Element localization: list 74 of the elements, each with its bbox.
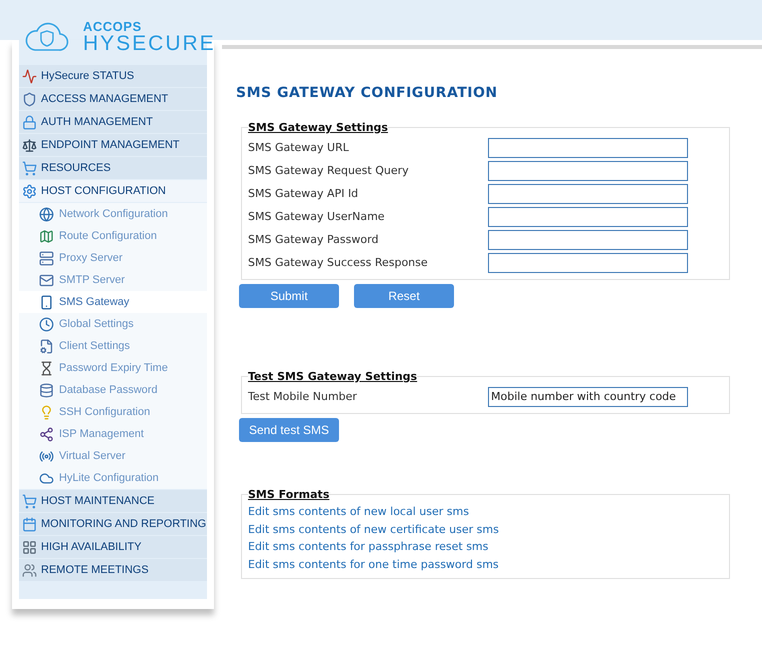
section-icon <box>22 92 37 106</box>
logo-product: HYSECURE <box>83 33 216 54</box>
edit-link[interactable]: Edit sms contents for passphrase reset sms <box>248 538 723 556</box>
section-icon <box>22 114 37 130</box>
sidebar-section[interactable]: HOST CONFIGURATION <box>19 180 207 202</box>
sidebar-item[interactable]: Virtual Server <box>19 445 207 467</box>
field-label: SMS Gateway API Id <box>248 187 360 200</box>
sidebar-item[interactable]: HyLite Configuration <box>19 467 207 489</box>
sidebar-section[interactable]: ENDPOINT MANAGEMENT <box>19 134 207 156</box>
sidebar-item[interactable]: SMS Gateway <box>19 291 207 313</box>
section-icon <box>22 516 37 532</box>
input-field[interactable] <box>488 160 688 180</box>
sidebar-item[interactable]: Network Configuration <box>19 203 207 225</box>
sidebar-section[interactable]: HOST MAINTENANCE <box>19 490 207 512</box>
item-icon <box>39 382 54 398</box>
field-label: SMS Gateway UserName <box>248 210 386 223</box>
section-icon <box>22 540 37 554</box>
section-icon <box>22 68 37 84</box>
item-icon <box>39 316 54 332</box>
section-legend: Test SMS Gateway Settings <box>248 370 418 383</box>
section-icon <box>22 562 37 578</box>
section-icon <box>22 160 37 176</box>
input-field[interactable]: Mobile number with country code <box>488 386 688 406</box>
sidebar-section[interactable]: MONITORING AND REPORTING <box>19 513 207 535</box>
input-field[interactable] <box>488 184 688 204</box>
sidebar-item[interactable]: Client Settings <box>19 335 207 357</box>
sidebar-item[interactable]: ISP Management <box>19 423 207 445</box>
sidebar-section[interactable]: RESOURCES <box>19 157 207 179</box>
sidebar-section[interactable]: ACCESS MANAGEMENT <box>19 88 207 110</box>
item-icon <box>39 294 54 310</box>
section-icon <box>22 184 37 198</box>
item-icon <box>39 470 54 486</box>
sidebar-item[interactable]: Proxy Server <box>19 247 207 269</box>
sidebar-item[interactable]: Database Password <box>19 379 207 401</box>
section-legend: SMS Gateway Settings <box>248 121 388 134</box>
section-icon <box>22 494 37 508</box>
sidebar-item[interactable]: SMTP Server <box>19 269 207 291</box>
input-field[interactable] <box>488 206 688 226</box>
edit-link[interactable]: Edit sms contents of new certificate user sms <box>248 520 723 538</box>
input-field[interactable] <box>488 252 688 272</box>
item-icon <box>39 206 54 222</box>
sidebar-section[interactable]: HySecure STATUS <box>19 65 207 87</box>
sidebar-section[interactable]: AUTH MANAGEMENT <box>19 111 207 133</box>
item-icon <box>39 250 54 266</box>
section-legend: SMS Formats <box>248 488 330 501</box>
section-icon <box>22 138 37 152</box>
field-label: SMS Gateway Success Response <box>248 256 429 269</box>
field-label: SMS Gateway Request Query <box>248 164 410 177</box>
form-button[interactable]: Reset <box>354 284 454 308</box>
page-title: SMS GATEWAY CONFIGURATION <box>236 85 499 101</box>
input-field[interactable] <box>488 138 688 158</box>
field-label: SMS Gateway Password <box>248 233 380 246</box>
sidebar-item[interactable]: Global Settings <box>19 313 207 335</box>
item-icon <box>39 426 54 442</box>
sidebar-item[interactable]: Password Expiry Time <box>19 357 207 379</box>
sidebar-section[interactable]: REMOTE MEETINGS <box>19 559 207 581</box>
edit-link[interactable]: Edit sms contents of new local user sms <box>248 503 723 520</box>
sidebar-section[interactable]: HIGH AVAILABILITY <box>19 536 207 558</box>
edit-link[interactable]: Edit sms contents for one time password sms <box>248 556 723 573</box>
form-button[interactable]: Submit <box>239 284 339 308</box>
sidebar-item[interactable]: SSH Configuration <box>19 401 207 423</box>
logo-brand: ACCOPS <box>83 20 143 33</box>
cloud-shield-icon <box>25 22 69 52</box>
item-icon <box>39 338 54 354</box>
item-icon <box>39 360 54 376</box>
field-label: Test Mobile Number <box>248 390 358 403</box>
field-label: SMS Gateway URL <box>248 141 350 154</box>
item-icon <box>39 228 54 244</box>
send-test-button[interactable]: Send test SMS <box>239 418 339 442</box>
item-icon <box>39 448 54 464</box>
sidebar-item[interactable]: Route Configuration <box>19 225 207 247</box>
item-icon <box>39 272 54 288</box>
input-field[interactable] <box>488 230 688 250</box>
item-icon <box>39 404 54 420</box>
